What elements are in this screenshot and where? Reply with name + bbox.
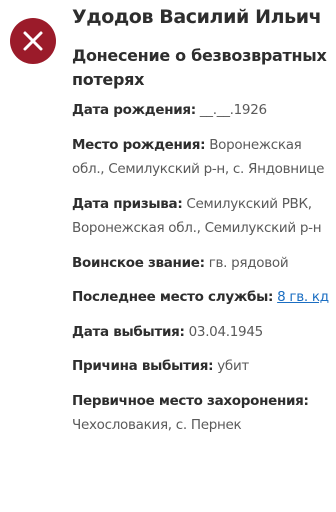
- field-last-unit: Последнее место службы: 8 гв. кд: [72, 285, 332, 310]
- field-burial: Первичное место захоронения: Чехословаки…: [72, 389, 332, 438]
- record-content: Удодов Василий Ильич Донесение о безвозв…: [72, 2, 332, 448]
- field-label: Дата призыва:: [72, 195, 183, 212]
- field-label: Последнее место службы:: [72, 289, 274, 305]
- field-value: __.__.1926: [199, 102, 267, 118]
- field-departure-date: Дата выбытия: 03.04.1945: [72, 320, 332, 345]
- field-value: 03.04.1945: [188, 323, 264, 340]
- person-name: Удодов Василий Ильич: [72, 6, 322, 28]
- document-type: Донесение о безвозвратных потерях: [72, 46, 327, 89]
- last-unit-link[interactable]: 8 гв. кд: [277, 289, 329, 305]
- field-draft-date: Дата призыва: Семилукский РВК, Воронежск…: [72, 192, 332, 241]
- field-label: Место рождения:: [72, 136, 206, 153]
- field-value: Чехословакия, с. Пернек: [72, 417, 242, 433]
- close-icon-glyph: [23, 31, 43, 51]
- field-label: Воинское звание:: [72, 254, 205, 271]
- field-label: Дата рождения:: [72, 102, 196, 118]
- field-departure-reason: Причина выбытия: убит: [72, 354, 332, 379]
- field-label: Дата выбытия:: [72, 323, 185, 340]
- close-icon[interactable]: [10, 18, 56, 64]
- field-birth-place: Место рождения: Воронежская обл., Семилу…: [72, 133, 332, 182]
- record-card: Удодов Василий Ильич Донесение о безвозв…: [0, 0, 336, 512]
- field-label: Причина выбытия:: [72, 358, 214, 374]
- field-value: убит: [217, 358, 249, 374]
- field-rank: Воинское звание: гв. рядовой: [72, 251, 332, 276]
- field-label: Первичное место захоронения:: [72, 392, 309, 409]
- field-value: гв. рядовой: [208, 254, 289, 271]
- field-birth-date: Дата рождения: __.__.1926: [72, 98, 332, 123]
